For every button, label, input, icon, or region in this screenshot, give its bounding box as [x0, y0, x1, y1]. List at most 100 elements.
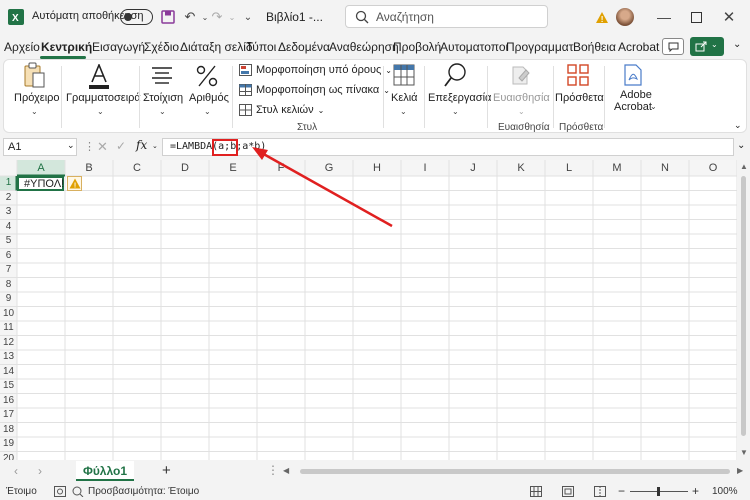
row-header-7[interactable]: 7	[0, 264, 17, 275]
macro-record-icon[interactable]	[54, 486, 66, 497]
page-layout-view-icon[interactable]	[562, 486, 574, 497]
column-header-m[interactable]: M	[593, 162, 641, 174]
prev-sheet-icon[interactable]: ‹	[14, 464, 18, 478]
row-header-10[interactable]: 10	[0, 308, 17, 319]
row-header-9[interactable]: 9	[0, 293, 17, 304]
name-box[interactable]: A1 ⌄	[3, 138, 77, 156]
name-box-chevron-icon[interactable]: ⌄	[67, 140, 75, 151]
row-header-4[interactable]: 4	[0, 221, 17, 232]
tab-developer[interactable]: Προγραμματ	[506, 40, 573, 54]
scrollbar-thumb[interactable]	[741, 176, 746, 436]
row-header-12[interactable]: 12	[0, 337, 17, 348]
minimize-icon[interactable]: —	[654, 7, 674, 27]
customize-toolbar-icon[interactable]: ⌄	[238, 7, 258, 27]
tab-insert[interactable]: Εισαγωγή	[92, 40, 145, 54]
sensitivity-button[interactable]: Ευαισθησία ⌄	[489, 62, 551, 126]
sheet-tab-1[interactable]: Φύλλο1	[76, 461, 134, 481]
column-header-i[interactable]: I	[401, 162, 449, 174]
zoom-out-icon[interactable]: −	[618, 484, 625, 498]
close-icon[interactable]: ✕	[719, 7, 739, 27]
cell-styles-button[interactable]: Στυλ κελιών ⌄	[239, 104, 324, 116]
horizontal-scrollbar-thumb[interactable]	[300, 469, 730, 474]
tab-page-layout[interactable]: Διάταξη σελίδ	[180, 40, 253, 54]
scroll-up-icon[interactable]: ▲	[740, 162, 748, 171]
insert-function-icon[interactable]: fx	[136, 138, 147, 152]
editing-button[interactable]: Επεξεργασία ⌄	[426, 62, 491, 126]
scroll-left-icon[interactable]: ◀	[283, 466, 289, 475]
sheet-bar-grip-icon[interactable]: ⋮	[267, 463, 279, 477]
next-sheet-icon[interactable]: ›	[38, 464, 42, 478]
search-box[interactable]: Αναζήτηση	[345, 5, 548, 28]
column-header-d[interactable]: D	[161, 162, 209, 174]
tab-data[interactable]: Δεδομένα	[278, 40, 330, 54]
column-header-b[interactable]: B	[65, 162, 113, 174]
row-header-1[interactable]: 1	[0, 177, 17, 188]
workbook-name[interactable]: Βιβλίο1 -...	[266, 10, 323, 24]
confirm-formula-icon[interactable]: ✓	[116, 139, 126, 153]
row-header-17[interactable]: 17	[0, 409, 17, 420]
error-indicator-button[interactable]: !	[67, 176, 82, 191]
status-accessibility[interactable]: Προσβασιμότητα: Έτοιμο	[88, 486, 199, 497]
active-cell-a1[interactable]: #ΥΠΟΛ!	[17, 176, 64, 191]
zoom-level[interactable]: 100%	[712, 486, 738, 497]
row-header-16[interactable]: 16	[0, 395, 17, 406]
row-header-2[interactable]: 2	[0, 192, 17, 203]
tab-review[interactable]: Αναθεώρηση	[329, 40, 399, 54]
tab-draw[interactable]: Σχέδιο	[144, 40, 179, 54]
column-header-n[interactable]: N	[641, 162, 689, 174]
maximize-icon[interactable]	[686, 7, 706, 27]
cells-button[interactable]: Κελιά ⌄	[386, 62, 422, 126]
tab-file[interactable]: Αρχείο	[4, 40, 40, 54]
autosave-toggle[interactable]	[120, 9, 153, 25]
scroll-right-icon[interactable]: ▶	[737, 466, 743, 475]
row-header-18[interactable]: 18	[0, 424, 17, 435]
column-header-k[interactable]: K	[497, 162, 545, 174]
zoom-slider-thumb[interactable]	[657, 487, 660, 496]
font-button[interactable]: Γραμματοσειρά ⌄	[64, 62, 141, 126]
row-header-3[interactable]: 3	[0, 206, 17, 217]
save-icon[interactable]	[158, 7, 178, 27]
row-header-5[interactable]: 5	[0, 235, 17, 246]
addins-button[interactable]: Πρόσθετα	[555, 62, 604, 126]
normal-view-icon[interactable]	[530, 486, 542, 497]
column-header-l[interactable]: L	[545, 162, 593, 174]
row-header-11[interactable]: 11	[0, 322, 17, 333]
expand-formula-bar-icon[interactable]: ⌄	[737, 140, 745, 151]
row-header-19[interactable]: 19	[0, 438, 17, 449]
row-header-20[interactable]: 20	[0, 453, 17, 461]
alignment-button[interactable]: Στοίχιση ⌄	[142, 62, 183, 126]
row-header-6[interactable]: 6	[0, 250, 17, 261]
comments-button[interactable]	[662, 38, 684, 55]
page-break-view-icon[interactable]	[594, 486, 606, 497]
tab-view[interactable]: Προβολή	[393, 40, 441, 54]
row-header-14[interactable]: 14	[0, 366, 17, 377]
accessibility-icon[interactable]	[72, 486, 84, 497]
zoom-in-icon[interactable]: +	[692, 484, 699, 498]
fx-dropdown-icon[interactable]: ⌄	[152, 142, 158, 150]
ribbon-options-icon[interactable]: ⌄	[733, 39, 741, 50]
conditional-formatting-button[interactable]: Μορφοποίηση υπό όρους ⌄	[239, 64, 392, 76]
number-button[interactable]: Αριθμός ⌄	[185, 62, 229, 126]
tab-home[interactable]: Κεντρική	[41, 40, 92, 54]
vertical-scrollbar[interactable]: ▲ ▼	[737, 160, 750, 460]
adobe-acrobat-button[interactable]: Adobe Acrobat ⌄	[607, 62, 657, 126]
column-header-o[interactable]: O	[689, 162, 737, 174]
tab-formulas[interactable]: Τύποι	[246, 40, 276, 54]
cancel-formula-icon[interactable]: ✕	[97, 139, 108, 155]
tab-help[interactable]: Βοήθεια	[573, 40, 616, 54]
scroll-down-icon[interactable]: ▼	[740, 448, 748, 457]
row-header-15[interactable]: 15	[0, 380, 17, 391]
column-header-c[interactable]: C	[113, 162, 161, 174]
share-button[interactable]: ⌄	[690, 37, 724, 56]
column-header-j[interactable]: J	[449, 162, 497, 174]
column-header-a[interactable]: A	[17, 162, 65, 174]
row-header-13[interactable]: 13	[0, 351, 17, 362]
tab-acrobat[interactable]: Acrobat	[618, 40, 659, 54]
add-sheet-button[interactable]: +	[162, 462, 171, 479]
collapse-ribbon-icon[interactable]: ⌄	[734, 120, 742, 131]
row-header-8[interactable]: 8	[0, 279, 17, 290]
warning-icon[interactable]: !	[592, 7, 612, 27]
tab-automate[interactable]: Αυτοματοποι	[440, 40, 508, 54]
avatar[interactable]	[616, 8, 634, 26]
format-as-table-button[interactable]: Μορφοποίηση ως πίνακα ⌄	[239, 84, 390, 96]
